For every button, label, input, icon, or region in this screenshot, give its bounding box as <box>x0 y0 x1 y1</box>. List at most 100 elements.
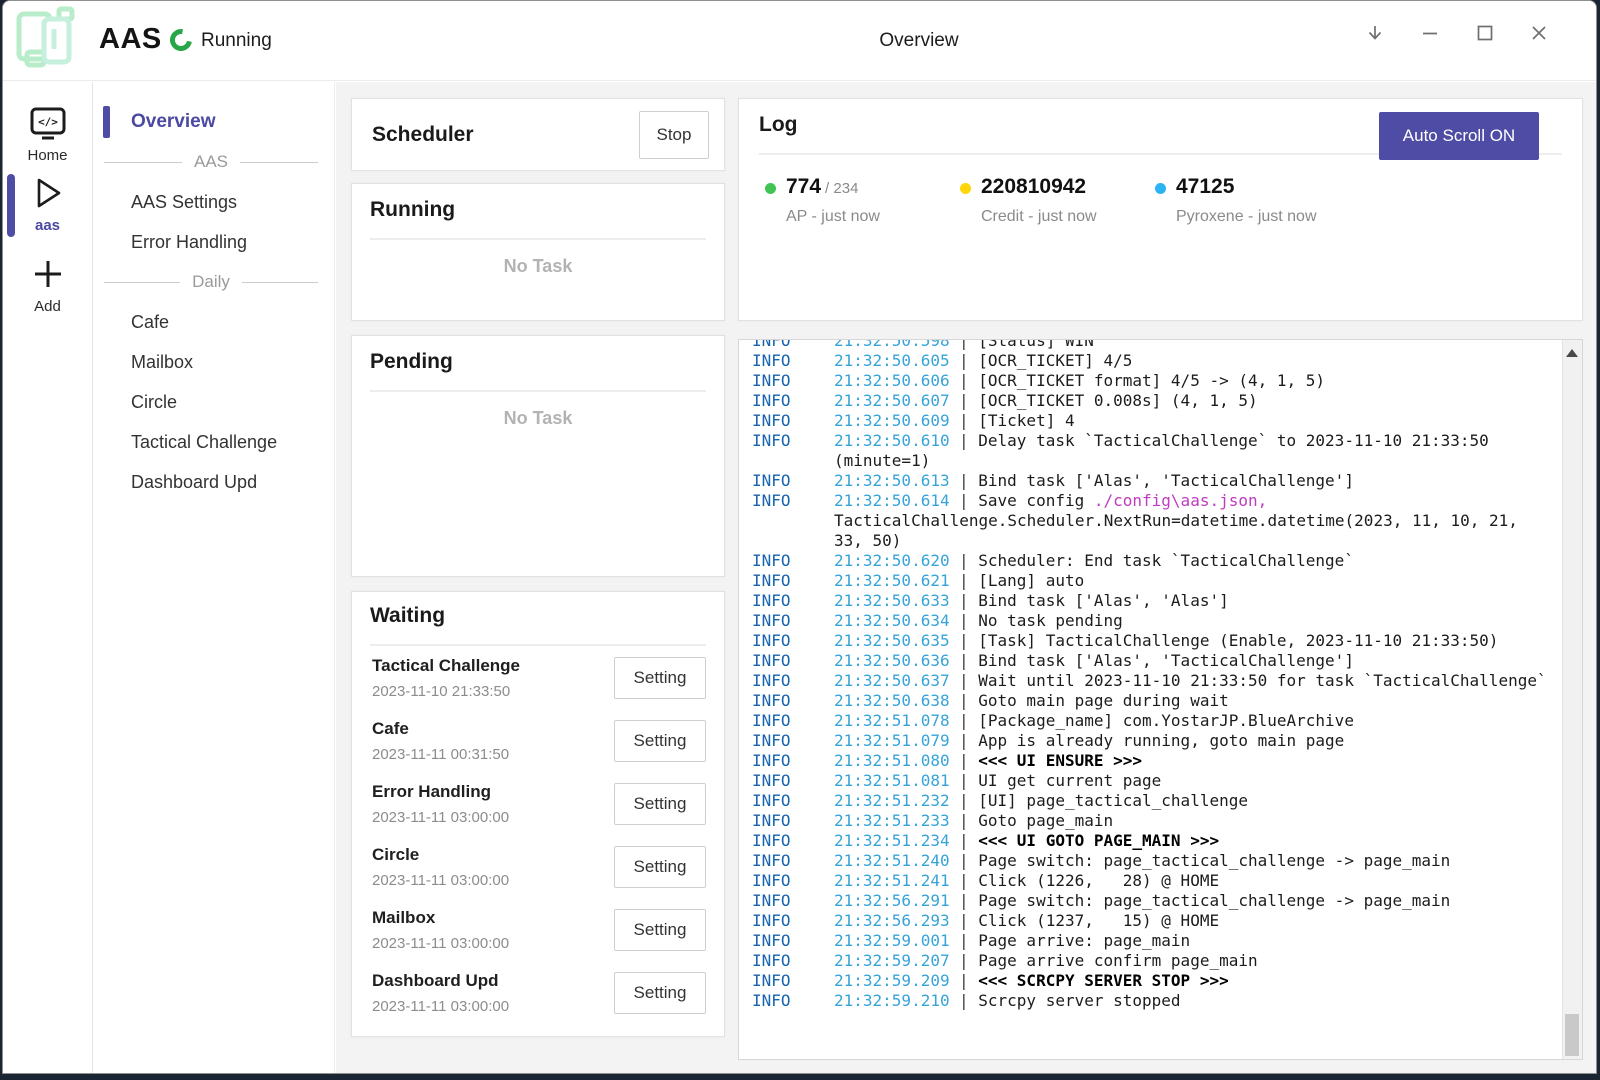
nav-item-label: Overview <box>131 111 216 132</box>
log-lines: INFO21:32:50.598| [Status] WININFO21:32:… <box>752 339 1552 1011</box>
log-line: INFO21:32:50.638| Goto main page during … <box>752 691 1552 711</box>
log-separator: | <box>959 471 978 491</box>
log-message: Scrcpy server stopped <box>978 991 1180 1011</box>
no-task-text: No Task <box>370 240 706 277</box>
log-separator: | <box>959 371 978 391</box>
stat-value: 220810942 <box>981 175 1086 198</box>
log-level: INFO <box>752 571 834 591</box>
log-separator: | <box>959 691 978 711</box>
stat-item: 220810942 Credit - just now <box>960 175 1155 226</box>
log-time: 21:32:50.607 <box>834 391 959 411</box>
stop-button[interactable]: Stop <box>639 111 709 159</box>
log-level: INFO <box>752 351 834 371</box>
arrow-down-icon <box>1365 23 1385 43</box>
task-name: Cafe <box>372 719 509 739</box>
scheduler-card: Scheduler Stop <box>351 98 725 171</box>
rail-item-add[interactable]: Add <box>3 255 92 315</box>
running-spinner-icon <box>166 25 197 56</box>
log-time: 21:32:51.241 <box>834 871 959 891</box>
log-scroll-area[interactable]: INFO21:32:50.598| [Status] WININFO21:32:… <box>738 339 1583 1060</box>
log-line: INFO21:32:50.607| [OCR_TICKET 0.008s] (4… <box>752 391 1552 411</box>
log-level: INFO <box>752 631 834 651</box>
log-level: INFO <box>752 651 834 671</box>
task-name: Dashboard Upd <box>372 971 509 991</box>
log-time: 21:32:50.614 <box>834 491 959 511</box>
log-line: INFO21:32:51.078| [Package_name] com.Yos… <box>752 711 1552 731</box>
nav-item[interactable]: Mailbox <box>94 342 334 382</box>
log-time: 21:32:50.609 <box>834 411 959 431</box>
log-time: 21:32:51.240 <box>834 851 959 871</box>
close-button[interactable] <box>1518 12 1560 54</box>
icon-rail: </> Home aas Add <box>3 82 93 1073</box>
nav-item[interactable]: Circle <box>94 382 334 422</box>
download-button[interactable] <box>1354 12 1396 54</box>
stat-item: 774/ 234 AP - just now <box>765 175 960 226</box>
log-message: <<< SCRCPY SERVER STOP >>> <box>978 971 1228 991</box>
log-time: 21:32:50.605 <box>834 351 959 371</box>
log-separator: | <box>959 571 978 591</box>
log-line: INFO21:32:51.080| <<< UI ENSURE >>> <box>752 751 1552 771</box>
log-message: Bind task ['Alas', 'TacticalChallenge'] <box>978 471 1354 491</box>
task-next-run: 2023-11-11 03:00:00 <box>372 935 509 952</box>
log-separator: | <box>959 551 978 571</box>
nav-item[interactable]: Cafe <box>94 302 334 342</box>
log-time: 21:32:50.635 <box>834 631 959 651</box>
task-name: Tactical Challenge <box>372 656 520 676</box>
log-separator: | <box>959 491 978 511</box>
nav-divider-label: Daily <box>192 272 230 292</box>
log-separator: | <box>959 771 978 791</box>
divider-line <box>104 282 180 283</box>
setting-button[interactable]: Setting <box>614 720 706 762</box>
task-info: Circle 2023-11-11 03:00:00 <box>372 845 509 889</box>
log-level: INFO <box>752 371 834 391</box>
scroll-thumb[interactable] <box>1565 1014 1579 1056</box>
log-time: 21:32:50.598 <box>834 339 959 351</box>
minimize-button[interactable] <box>1409 12 1451 54</box>
log-level: INFO <box>752 971 834 991</box>
log-line: INFO21:32:50.606| [OCR_TICKET format] 4/… <box>752 371 1552 391</box>
task-info: Tactical Challenge 2023-11-10 21:33:50 <box>372 656 520 700</box>
task-row: Tactical Challenge 2023-11-10 21:33:50 S… <box>370 646 706 709</box>
stat-value: 774 <box>786 175 821 198</box>
main-area: Scheduler Stop Running No Task Pending N… <box>336 82 1596 1073</box>
log-line: INFO21:32:50.636| Bind task ['Alas', 'Ta… <box>752 651 1552 671</box>
setting-button[interactable]: Setting <box>614 846 706 888</box>
log-message: App is already running, goto main page <box>978 731 1344 751</box>
rail-item-label: Add <box>3 298 92 315</box>
setting-button[interactable]: Setting <box>614 657 706 699</box>
auto-scroll-button[interactable]: Auto Scroll ON <box>1379 112 1539 160</box>
setting-button[interactable]: Setting <box>614 783 706 825</box>
log-separator: | <box>959 351 978 371</box>
log-scrollbar[interactable] <box>1562 340 1582 1059</box>
rail-item-aas[interactable]: aas <box>3 174 92 234</box>
setting-button[interactable]: Setting <box>614 909 706 951</box>
log-level: INFO <box>752 831 834 851</box>
log-line: TacticalChallenge.Scheduler.NextRun=date… <box>752 511 1552 531</box>
nav-item[interactable]: AAS Settings <box>94 182 334 222</box>
nav-item[interactable]: Tactical Challenge <box>94 422 334 462</box>
nav-item[interactable]: Error Handling <box>94 222 334 262</box>
scroll-up-icon[interactable] <box>1566 349 1578 357</box>
log-time: 21:32:50.606 <box>834 371 959 391</box>
setting-button[interactable]: Setting <box>614 972 706 1014</box>
log-message: Goto page_main <box>978 811 1113 831</box>
task-info: Cafe 2023-11-11 00:31:50 <box>372 719 509 763</box>
log-line: INFO21:32:51.232| [UI] page_tactical_cha… <box>752 791 1552 811</box>
maximize-icon <box>1475 23 1495 43</box>
log-line: INFO21:32:51.233| Goto page_main <box>752 811 1552 831</box>
log-time: 21:32:50.638 <box>834 691 959 711</box>
nav-item[interactable]: Dashboard Upd <box>94 462 334 502</box>
task-next-run: 2023-11-10 21:33:50 <box>372 683 520 700</box>
task-name: Circle <box>372 845 509 865</box>
maximize-button[interactable] <box>1464 12 1506 54</box>
log-message: Bind task ['Alas', 'Alas'] <box>978 591 1228 611</box>
log-separator: | <box>959 391 978 411</box>
log-level: INFO <box>752 471 834 491</box>
rail-item-home[interactable]: </> Home <box>3 104 92 164</box>
task-info: Dashboard Upd 2023-11-11 03:00:00 <box>372 971 509 1015</box>
log-message: Bind task ['Alas', 'TacticalChallenge'] <box>978 651 1354 671</box>
nav-item[interactable]: Overview <box>94 102 334 142</box>
log-separator: | <box>959 731 978 751</box>
log-message: TacticalChallenge.Scheduler.NextRun=date… <box>834 511 1518 531</box>
divider-line <box>104 162 182 163</box>
